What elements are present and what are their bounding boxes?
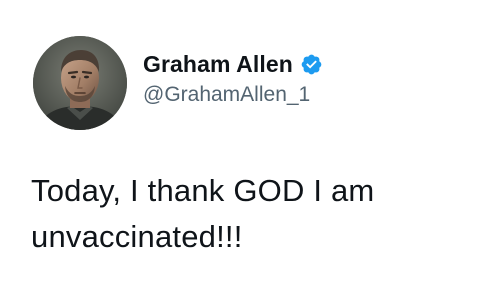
- tweet-text: Today, I thank GOD I am unvaccinated!!!: [31, 173, 375, 254]
- verified-badge-icon: [300, 53, 323, 76]
- user-handle[interactable]: @GrahamAllen_1: [143, 83, 323, 107]
- display-name[interactable]: Graham Allen: [143, 51, 293, 78]
- author-block: Graham Allen @GrahamAllen_1: [143, 48, 323, 107]
- avatar[interactable]: [33, 36, 127, 130]
- name-row: Graham Allen: [143, 48, 323, 80]
- tweet-card: Graham Allen @GrahamAllen_1 Today, I tha…: [0, 0, 500, 298]
